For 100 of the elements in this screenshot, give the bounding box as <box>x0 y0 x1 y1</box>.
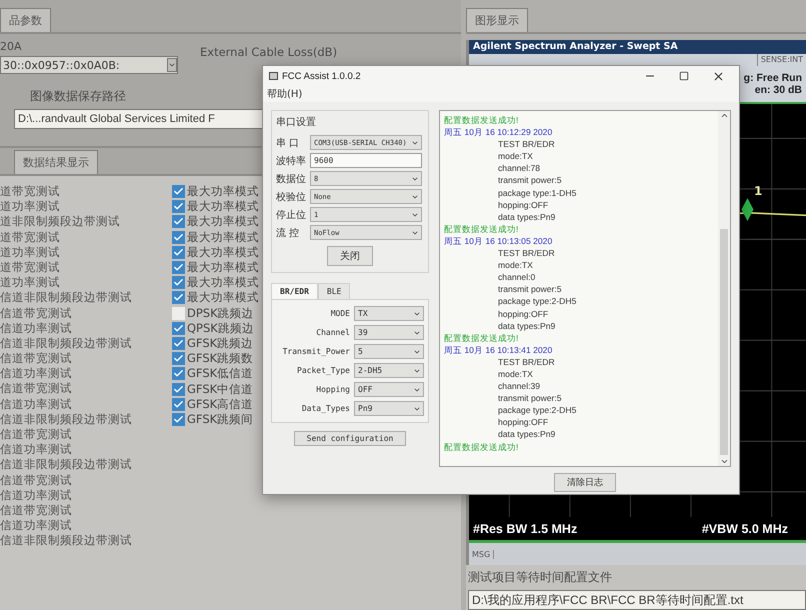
address-combobox[interactable]: 30::0x0957::0x0A0B: <box>0 56 178 74</box>
checkbox[interactable] <box>172 200 185 214</box>
checkbox[interactable] <box>172 230 185 244</box>
log-line: TEST BR/EDR <box>497 247 556 260</box>
field-label: 串 口 <box>276 136 300 150</box>
log-line: data types:Pn9 <box>497 210 556 223</box>
baud-rate-input[interactable]: 9600 <box>310 153 422 168</box>
field-label: 流 控 <box>276 226 300 240</box>
field-label: 校验位 <box>276 190 306 204</box>
dialog-title: FCC Assist 1.0.0.2 <box>282 70 362 82</box>
graph-tab[interactable]: 图形显示 <box>466 8 528 32</box>
checkbox[interactable] <box>172 276 185 290</box>
mode-label: GFSK低信道 <box>187 366 254 382</box>
checkbox[interactable] <box>172 306 185 320</box>
close-icon <box>712 70 724 82</box>
log-line: channel:78 <box>497 162 542 174</box>
log-line: TEST BR/EDR <box>497 138 556 150</box>
log-line: channel:0 <box>497 271 536 284</box>
log-line: hopping:OFF <box>497 308 550 320</box>
marker-number: 1 <box>754 184 762 198</box>
test-item-text: 道带宽测试 <box>0 184 61 200</box>
log-line: hopping:OFF <box>497 198 550 211</box>
log-line: package type:2-DH5 <box>497 404 578 416</box>
field-label: 停止位 <box>276 208 306 222</box>
test-item-text: 信道功率测试 <box>0 396 73 412</box>
checkbox[interactable] <box>172 367 185 380</box>
mode-label: GFSK中信道 <box>187 382 254 397</box>
checkbox[interactable] <box>172 382 185 396</box>
log-line: transmit power:5 <box>497 392 563 404</box>
test-item-text: 信道带宽测试 <box>0 351 73 366</box>
log-line: 配置数据发送成功! <box>444 114 520 126</box>
cable-loss-label: External Cable Loss(dB) <box>200 45 338 59</box>
checkbox[interactable] <box>172 291 185 304</box>
field-label: 数据位 <box>276 172 306 186</box>
field-label: Data_Types <box>302 404 350 413</box>
config-select[interactable]: Pn9 <box>354 401 424 416</box>
checkbox[interactable] <box>172 352 185 366</box>
config-select[interactable]: OFF <box>354 382 424 397</box>
mode-tab[interactable]: BR/EDR <box>271 283 318 299</box>
close-port-button[interactable]: 关闭 <box>327 246 373 266</box>
checkbox[interactable] <box>172 336 185 350</box>
config-select[interactable]: TX <box>354 306 424 321</box>
test-item-text: 信道功率测试 <box>0 366 73 382</box>
checkbox[interactable] <box>172 246 185 259</box>
mode-label: QPSK跳频边 <box>187 320 254 336</box>
log-line: 周五 10月 16 10:12:29 2020 <box>444 126 554 138</box>
log-line: 周五 10月 16 10:13:05 2020 <box>444 234 554 248</box>
analyzer-title-bar: Agilent Spectrum Analyzer - Swept SA <box>469 40 806 54</box>
log-line: transmit power:5 <box>497 283 563 296</box>
log-line: 周五 10月 16 10:13:41 2020 <box>444 344 554 356</box>
checkbox[interactable] <box>172 322 185 335</box>
trigger-text: g: Free Run <box>744 72 802 84</box>
checkbox[interactable] <box>172 215 185 228</box>
test-item-text: 道功率测试 <box>0 275 61 290</box>
test-item-text: 信道非限制频段边带测试 <box>0 290 133 306</box>
log-line: 配置数据发送成功! <box>444 222 520 235</box>
attenuation-text: en: 30 dB <box>754 84 802 96</box>
checkbox[interactable] <box>172 185 185 198</box>
log-line: 配置数据发送成功! <box>444 440 520 453</box>
mode-label: 最大功率模式 <box>187 260 259 276</box>
test-item-text: 道带宽测试 <box>0 230 61 245</box>
help-menu[interactable]: 帮助(H) <box>267 87 302 101</box>
test-item-text: 信道带宽测试 <box>0 427 73 442</box>
scroll-down-icon[interactable] <box>720 457 728 466</box>
test-item-text: 信道带宽测试 <box>0 381 73 397</box>
log-line: mode:TX <box>497 259 534 272</box>
log-line: 配置数据发送成功! <box>444 332 520 344</box>
test-item-text: 信道功率测试 <box>0 442 73 458</box>
mode-label: 最大功率模式 <box>187 214 259 230</box>
config-select[interactable]: 5 <box>354 344 424 359</box>
results-tab[interactable]: 数据结果显示 <box>14 150 98 174</box>
clear-log-button[interactable]: 清除日志 <box>554 473 616 492</box>
wait-config-path-field[interactable]: D:\我的应用程序\FCC BR\FCC BR等待时间配置.txt <box>468 590 806 610</box>
test-item-text: 信道带宽测试 <box>0 472 73 488</box>
checkbox[interactable] <box>172 412 185 426</box>
test-item-text: 道非限制频段边带测试 <box>0 214 121 230</box>
log-line: channel:39 <box>497 380 542 392</box>
config-select[interactable]: 2-DH5 <box>354 363 424 378</box>
wait-config-label: 测试项目等待时间配置文件 <box>468 569 613 586</box>
log-line: hopping:OFF <box>497 416 550 428</box>
test-item-text: 信道功率测试 <box>0 488 73 503</box>
config-select[interactable]: 39 <box>354 325 424 340</box>
send-configuration-button[interactable]: Send configuration <box>294 431 406 446</box>
mode-tab[interactable]: BLE <box>318 283 350 299</box>
checkbox[interactable] <box>172 398 185 411</box>
log-line: package type:2-DH5 <box>497 295 578 308</box>
field-label: MODE <box>330 309 350 318</box>
field-label: Hopping <box>316 385 350 394</box>
test-item-text: 信道功率测试 <box>0 518 73 534</box>
log-line: TEST BR/EDR <box>497 356 556 368</box>
mode-label: GFSK跳频间 <box>187 412 254 427</box>
checkbox[interactable] <box>172 261 185 274</box>
test-item-text: 信道非限制频段边带测试 <box>0 412 133 427</box>
product-params-tab[interactable]: 品参数 <box>0 8 51 32</box>
log-line: package type:1-DH5 <box>497 186 578 199</box>
scrollbar[interactable] <box>718 111 730 466</box>
msg-label: MSG <box>469 550 494 558</box>
scroll-up-icon[interactable] <box>720 111 728 120</box>
maximize-icon <box>679 71 689 81</box>
mode-label: DPSK跳频边 <box>187 306 254 321</box>
